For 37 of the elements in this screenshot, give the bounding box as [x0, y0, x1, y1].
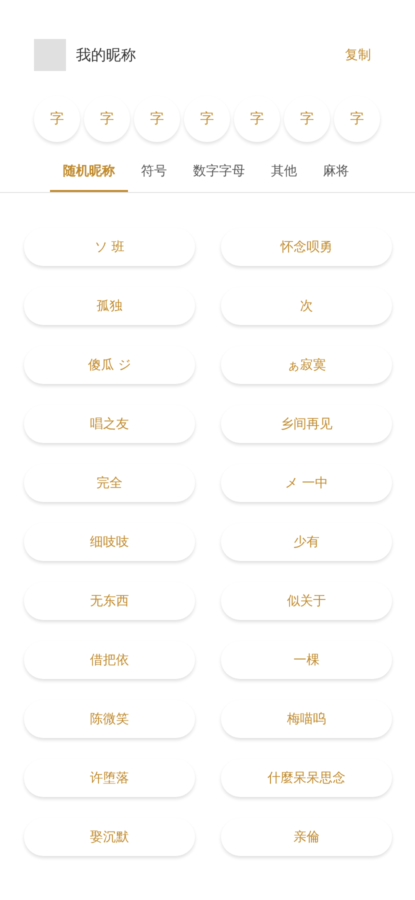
nickname-button[interactable]: 陈微笑	[24, 700, 195, 738]
font-style-button[interactable]: 字	[234, 96, 280, 142]
category-tab[interactable]: 随机昵称	[50, 156, 128, 192]
nickname-button[interactable]: 亲倫	[221, 818, 392, 856]
nickname-button[interactable]: 少有	[221, 523, 392, 561]
nickname-button[interactable]: 无东西	[24, 582, 195, 620]
font-style-button[interactable]: 字	[34, 96, 80, 142]
font-style-button[interactable]: 字	[134, 96, 180, 142]
nickname-button[interactable]: 什麼呆呆思念	[221, 759, 392, 797]
category-tab[interactable]: 其他	[258, 156, 310, 192]
nickname-button[interactable]: メ 一中	[221, 464, 392, 502]
nickname-button[interactable]: 乡间再见	[221, 405, 392, 443]
nickname-button[interactable]: 梅喵呜	[221, 700, 392, 738]
avatar-placeholder	[34, 39, 66, 71]
category-tab[interactable]: 符号	[128, 156, 180, 192]
font-style-button[interactable]: 字	[84, 96, 130, 142]
category-tab[interactable]: 数字字母	[180, 156, 258, 192]
nickname-button[interactable]: ソ 班	[24, 228, 195, 266]
nickname-button[interactable]: 次	[221, 287, 392, 325]
nickname-button[interactable]: 唱之友	[24, 405, 195, 443]
nickname-button[interactable]: 完全	[24, 464, 195, 502]
nickname-button[interactable]: 怀念呗勇	[221, 228, 392, 266]
font-style-button[interactable]: 字	[184, 96, 230, 142]
nickname-button[interactable]: 傻瓜 ジ	[24, 346, 195, 384]
category-tab[interactable]: 麻将	[310, 156, 362, 192]
font-style-button[interactable]: 字	[334, 96, 380, 142]
copy-button[interactable]: 复制	[341, 44, 375, 66]
nickname-label: 我的昵称	[76, 46, 137, 64]
nickname-button[interactable]: 娶沉默	[24, 818, 195, 856]
nickname-button[interactable]: 孤独	[24, 287, 195, 325]
nickname-button[interactable]: 似关于	[221, 582, 392, 620]
nickname-button[interactable]: 借把依	[24, 641, 195, 679]
nickname-button[interactable]: ぁ寂寞	[221, 346, 392, 384]
nickname-button[interactable]: 许堕落	[24, 759, 195, 797]
nickname-button[interactable]: 细吱吱	[24, 523, 195, 561]
font-style-button[interactable]: 字	[284, 96, 330, 142]
nickname-button[interactable]: 一棵	[221, 641, 392, 679]
